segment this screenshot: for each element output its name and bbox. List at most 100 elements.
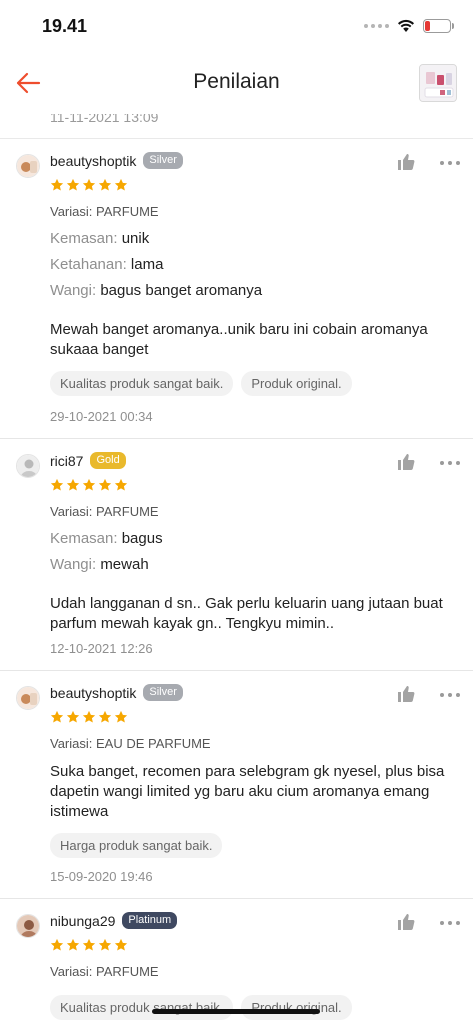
attribute-value: unik bbox=[121, 230, 150, 247]
star-icon bbox=[82, 478, 96, 491]
attribute-value: lama bbox=[130, 256, 164, 273]
like-button[interactable] bbox=[396, 152, 418, 174]
member-badge: Silver bbox=[143, 684, 183, 701]
attribute-key: Ketahanan: bbox=[50, 256, 127, 273]
star-icon bbox=[50, 938, 64, 951]
member-badge: Platinum bbox=[122, 912, 178, 929]
like-button[interactable] bbox=[396, 684, 418, 706]
user-row: nibunga29 Platinum bbox=[50, 912, 178, 929]
user-row: beautyshoptik Silver bbox=[50, 684, 183, 701]
avatar[interactable] bbox=[16, 914, 40, 938]
review-date: 12-10-2021 12:26 bbox=[50, 641, 153, 656]
attribute-row: Ketahanan: lama bbox=[50, 256, 163, 273]
review-tags: Kualitas produk sangat baik. Produk orig… bbox=[50, 371, 352, 396]
more-horizontal-icon bbox=[440, 161, 444, 165]
attribute-row: Kemasan: unik bbox=[50, 230, 149, 247]
star-icon bbox=[114, 710, 128, 723]
attribute-key: Wangi: bbox=[50, 556, 97, 573]
status-bar: 19.41 bbox=[0, 0, 473, 52]
more-options-button[interactable] bbox=[440, 459, 462, 467]
attribute-key: Wangi: bbox=[50, 282, 97, 299]
thumbs-up-icon bbox=[398, 154, 415, 170]
more-options-button[interactable] bbox=[440, 159, 462, 167]
review-item: beautyshoptik Silver Variasi: PARFUME Ke… bbox=[0, 139, 473, 439]
username[interactable]: beautyshoptik bbox=[50, 153, 136, 169]
status-time: 19.41 bbox=[42, 16, 88, 36]
battery-level bbox=[425, 21, 430, 31]
star-rating bbox=[50, 478, 128, 492]
more-horizontal-icon bbox=[440, 461, 444, 465]
attribute-key: Kemasan: bbox=[50, 230, 118, 247]
star-icon bbox=[98, 478, 112, 491]
username[interactable]: nibunga29 bbox=[50, 913, 115, 929]
variant-label: Variasi: PARFUME bbox=[50, 504, 159, 519]
review-item: beautyshoptik Silver Variasi: EAU DE PAR… bbox=[0, 671, 473, 899]
review-tag[interactable]: Kualitas produk sangat baik. bbox=[50, 371, 234, 396]
review-tag[interactable]: Produk original. bbox=[241, 995, 352, 1020]
more-horizontal-icon bbox=[440, 693, 444, 697]
review-date: 29-10-2021 00:34 bbox=[50, 409, 153, 424]
variant-label: Variasi: PARFUME bbox=[50, 964, 159, 979]
avatar[interactable] bbox=[16, 686, 40, 710]
star-icon bbox=[82, 710, 96, 723]
cellular-signal-icon bbox=[364, 24, 389, 28]
user-row: beautyshoptik Silver bbox=[50, 152, 183, 169]
star-icon bbox=[98, 178, 112, 191]
thumbs-up-icon bbox=[398, 454, 415, 470]
variant-label: Variasi: EAU DE PARFUME bbox=[50, 736, 211, 751]
previous-review-date: 11-11-2021 13:09 bbox=[50, 114, 159, 125]
star-icon bbox=[66, 178, 80, 191]
attribute-value: mewah bbox=[100, 556, 149, 573]
thumbs-up-icon bbox=[398, 914, 415, 930]
review-item: rici87 Gold Variasi: PARFUME Kemasan: ba… bbox=[0, 439, 473, 671]
attribute-value: bagus banget aromanya bbox=[100, 282, 263, 299]
star-icon bbox=[82, 938, 96, 951]
review-date: 15-09-2020 19:46 bbox=[50, 869, 153, 884]
review-text: Mewah banget aromanya..unik baru ini cob… bbox=[50, 321, 428, 358]
review-tag[interactable]: Produk original. bbox=[241, 371, 352, 396]
member-badge: Silver bbox=[143, 152, 183, 169]
attribute-value: bagus bbox=[121, 530, 163, 547]
star-icon bbox=[66, 938, 80, 951]
username[interactable]: beautyshoptik bbox=[50, 685, 136, 701]
star-icon bbox=[50, 178, 64, 191]
thumbs-up-icon bbox=[398, 686, 415, 702]
home-indicator[interactable] bbox=[152, 1009, 320, 1014]
attribute-row: Wangi: mewah bbox=[50, 556, 149, 573]
star-icon bbox=[82, 178, 96, 191]
star-icon bbox=[66, 710, 80, 723]
star-rating bbox=[50, 178, 128, 192]
star-icon bbox=[114, 938, 128, 951]
wifi-icon bbox=[398, 19, 414, 32]
review-tag[interactable]: Kualitas produk sangat baik. bbox=[50, 995, 234, 1020]
review-text: Udah langganan d sn.. Gak perlu keluarin… bbox=[50, 595, 443, 632]
star-icon bbox=[66, 478, 80, 491]
star-icon bbox=[98, 710, 112, 723]
more-options-button[interactable] bbox=[440, 919, 462, 927]
like-button[interactable] bbox=[396, 912, 418, 934]
attribute-key: Kemasan: bbox=[50, 530, 118, 547]
product-thumbnail[interactable] bbox=[419, 64, 457, 102]
avatar[interactable] bbox=[16, 454, 40, 478]
header: Penilaian bbox=[0, 52, 473, 114]
more-options-button[interactable] bbox=[440, 691, 462, 699]
avatar[interactable] bbox=[16, 154, 40, 178]
star-icon bbox=[50, 710, 64, 723]
attribute-row: Wangi: bagus banget aromanya bbox=[50, 282, 262, 299]
reviews-list[interactable]: 11-11-2021 13:09 beautyshoptik Silver Va… bbox=[0, 114, 473, 1024]
star-icon bbox=[50, 478, 64, 491]
review-tags: Harga produk sangat baik. bbox=[50, 833, 223, 858]
star-icon bbox=[114, 478, 128, 491]
status-icons bbox=[364, 17, 454, 35]
like-button[interactable] bbox=[396, 452, 418, 474]
username[interactable]: rici87 bbox=[50, 453, 83, 469]
review-tag[interactable]: Harga produk sangat baik. bbox=[50, 833, 223, 858]
star-rating bbox=[50, 710, 128, 724]
battery-icon bbox=[423, 19, 454, 33]
review-tags: Kualitas produk sangat baik. Produk orig… bbox=[50, 995, 352, 1020]
member-badge: Gold bbox=[90, 452, 126, 469]
star-icon bbox=[114, 178, 128, 191]
variant-label: Variasi: PARFUME bbox=[50, 204, 159, 219]
attribute-row: Kemasan: bagus bbox=[50, 530, 163, 547]
more-horizontal-icon bbox=[440, 921, 444, 925]
